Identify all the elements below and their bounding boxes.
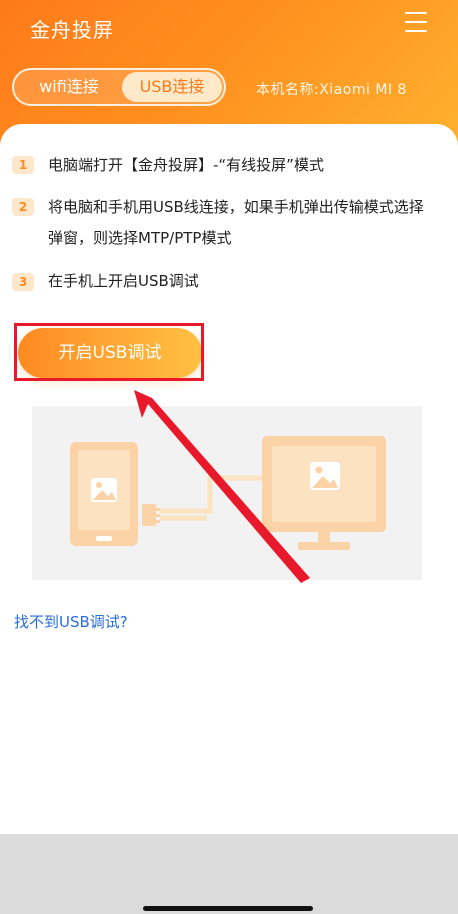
enable-usb-debugging-button[interactable]: 开启USB调试 (18, 328, 202, 378)
step-text-1: 电脑端打开【金舟投屏】-“有线投屏”模式 (48, 156, 324, 174)
connection-illustration (32, 406, 422, 580)
image-icon (91, 478, 117, 502)
connection-illustration-svg (70, 436, 386, 550)
usb-debug-help-link[interactable]: 找不到USB调试? (14, 611, 128, 632)
device-name: 本机名称:Xiaomi MI 8 (256, 82, 407, 98)
monitor-illustration (262, 436, 386, 550)
home-indicator[interactable] (143, 906, 313, 911)
step-text-2: 将电脑和手机用USB线连接，如果手机弹出传输模式选择弹窗，则选择MTP/PTP模… (48, 198, 424, 247)
step-text-3: 在手机上开启USB调试 (48, 272, 199, 290)
tab-usb[interactable]: USB连接 (122, 72, 222, 102)
step-number-2: 2 (12, 198, 34, 216)
tab-wifi[interactable]: wifi连接 (18, 72, 120, 102)
step-number-3: 3 (12, 273, 34, 291)
app-title: 金舟投屏 (30, 18, 114, 42)
step-number-1: 1 (12, 156, 34, 174)
connection-tabs: wifi连接 USB连接 (12, 68, 226, 106)
bottom-bar (0, 834, 458, 914)
menu-icon[interactable] (405, 10, 429, 34)
usb-plug-icon (142, 504, 160, 526)
